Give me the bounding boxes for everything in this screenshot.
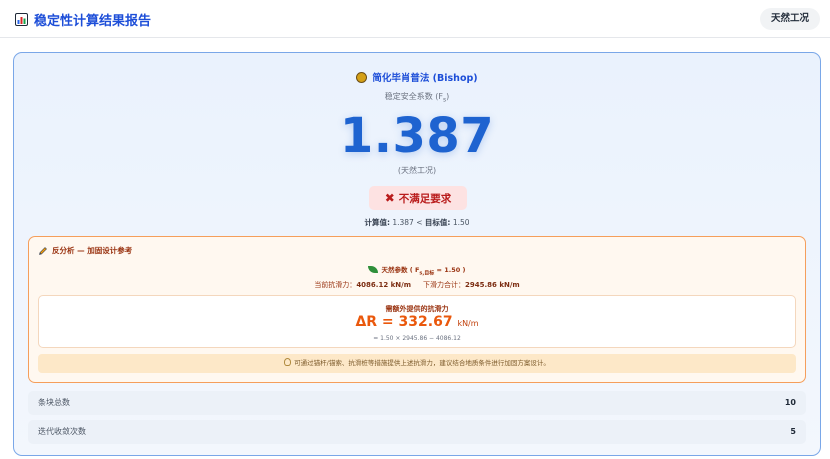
required-force-label: 需额外提供的抗滑力 <box>385 305 449 313</box>
calc-vs-target: 计算值: 1.387 < 目标值: 1.50 <box>364 218 470 227</box>
required-force-value: ΔR = 332.67 kN/m <box>355 314 479 330</box>
method-name: 简化毕肖普法 (Bishop) <box>372 73 478 84</box>
stat-value: 5 <box>790 427 796 436</box>
status-text: 不满足要求 <box>398 193 452 205</box>
target-params: 天然参数 ( Fs,目标 = 1.50 ) <box>29 264 805 276</box>
required-force-formula: = 1.50 × 2945.86 − 4086.12 <box>373 335 461 342</box>
required-force-box: 需额外提供的抗滑力 ΔR = 332.67 kN/m = 1.50 × 2945… <box>38 295 796 348</box>
stat-label: 迭代收敛次数 <box>38 427 86 436</box>
force-summary: 当前抗滑力：4086.12 kN/m 下滑力合计：2945.86 kN/m <box>314 281 520 289</box>
cowboy-emoji-icon <box>356 72 368 83</box>
page-header: 稳定性计算结果报告 天然工况 <box>0 0 830 38</box>
stat-label: 条块总数 <box>38 398 70 407</box>
page-title-text: 稳定性计算结果报告 <box>34 14 152 29</box>
method-title: 简化毕肖普法 (Bishop) <box>14 70 820 84</box>
cross-mark-icon: ✖ <box>384 191 395 205</box>
design-tip: 可通过锚杆/锚索、抗滑桩等措施提供上述抗滑力，建议结合地质条件进行加固方案设计。 <box>38 354 796 373</box>
condition-label: (天然工况) <box>397 166 437 175</box>
bar-chart-icon <box>15 13 28 26</box>
stat-row-iterations: 迭代收敛次数 5 <box>28 420 806 444</box>
safety-factor-label: 稳定安全系数 (Fs) <box>384 92 450 104</box>
safety-factor-value: 1.387 <box>339 108 495 164</box>
pencil-icon <box>39 246 47 255</box>
condition-badge[interactable]: 天然工况 <box>759 8 820 30</box>
page-title: 稳定性计算结果报告 <box>15 10 151 29</box>
status-badge: ✖ 不满足要求 <box>369 186 467 210</box>
back-analysis-panel: 反分析 — 加固设计参考 天然参数 ( Fs,目标 = 1.50 ) 当前抗滑力… <box>28 236 806 383</box>
result-card: 简化毕肖普法 (Bishop) 稳定安全系数 (Fs) 1.387 (天然工况)… <box>13 52 821 456</box>
lightbulb-icon <box>284 358 292 366</box>
leaf-icon <box>368 266 379 273</box>
back-analysis-title: 反分析 — 加固设计参考 <box>38 245 132 256</box>
stat-value: 10 <box>784 398 796 407</box>
stat-row-slice-count: 条块总数 10 <box>28 391 806 415</box>
